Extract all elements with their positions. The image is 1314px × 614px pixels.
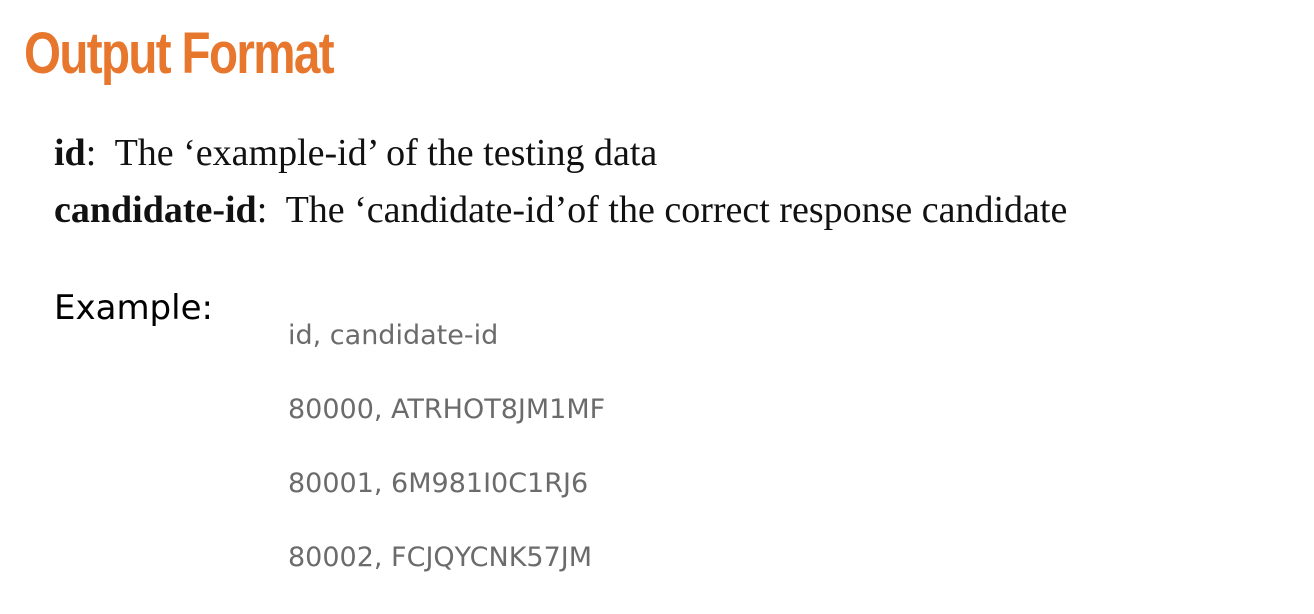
definition-description: The ‘candidate-id’of the correct respons… [267, 189, 1068, 231]
definition-description: The ‘example-id’ of the testing data [96, 132, 658, 174]
slide: Output Format id: The ‘example-id’ of th… [0, 0, 1314, 606]
definition-term: id [54, 132, 86, 174]
definition-id: id: The ‘example-id’ of the testing data [54, 131, 657, 177]
definition-separator: : [85, 132, 97, 174]
example-output-list: id, candidate-id 80000, ATRHOT8JM1MF 800… [288, 318, 605, 614]
example-line: 80001, 6M981I0C1RJ6 [288, 468, 589, 499]
page-title: Output Format [24, 21, 335, 86]
example-line: 80002, FCJQYCNK57JM [288, 542, 593, 573]
example-header-line: id, candidate-id [288, 320, 499, 351]
definition-separator: : [256, 189, 268, 231]
definition-candidate-id: candidate-id: The ‘candidate-id’of the c… [54, 188, 1067, 234]
example-line: 80000, ATRHOT8JM1MF [288, 394, 606, 425]
definition-term: candidate-id [54, 189, 257, 231]
example-label: Example: [54, 288, 213, 328]
